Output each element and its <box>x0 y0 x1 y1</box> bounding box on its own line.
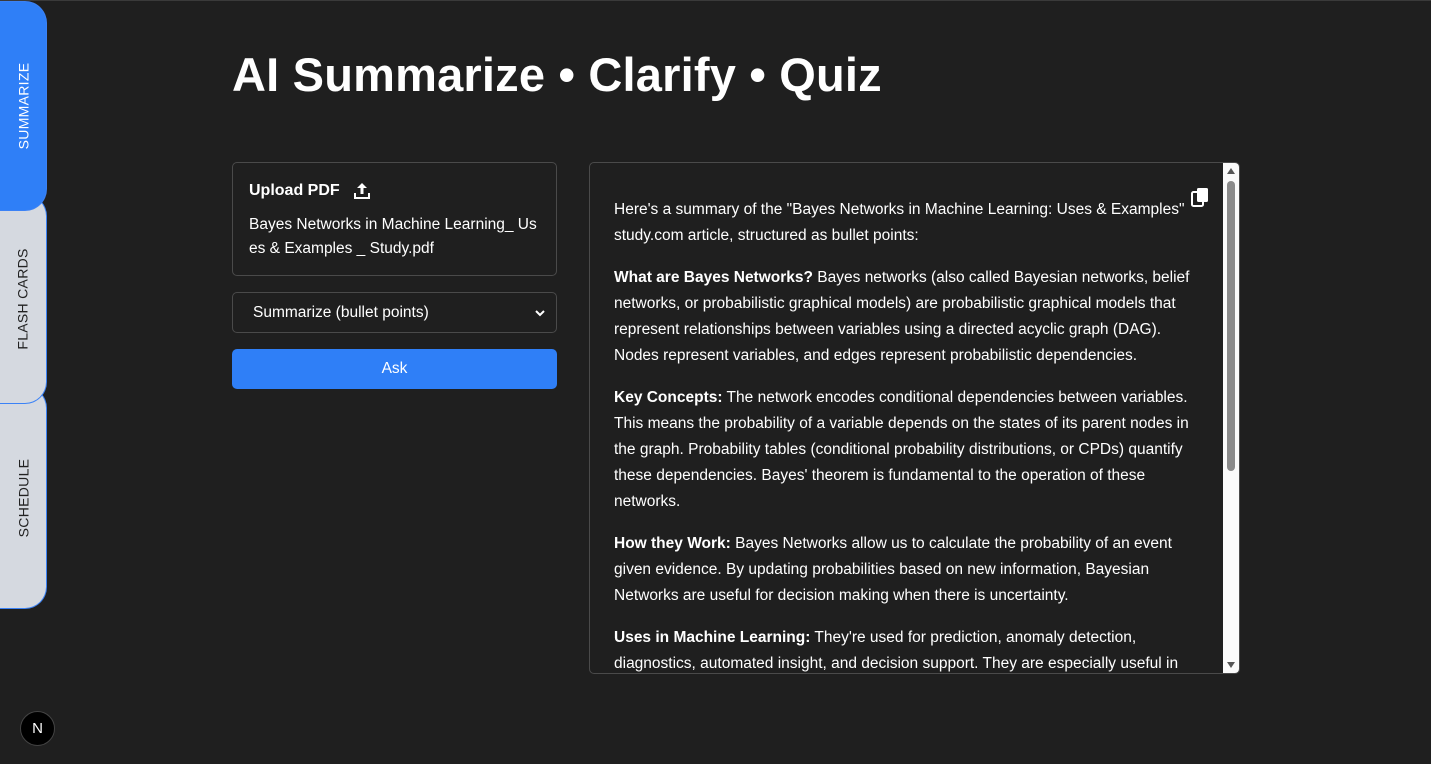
upload-icon[interactable] <box>352 181 372 201</box>
tab-flash-cards[interactable]: FLASH CARDS <box>0 194 47 404</box>
section-heading: What are Bayes Networks? <box>614 269 813 286</box>
page-title: AI Summarize • Clarify • Quiz <box>232 48 882 101</box>
summary-section: What are Bayes Networks? Bayes networks … <box>614 265 1204 369</box>
section-text: The network encodes conditional dependen… <box>614 389 1189 510</box>
upload-header: Upload PDF <box>249 181 540 201</box>
summary-section: Uses in Machine Learning: They're used f… <box>614 625 1204 673</box>
tab-schedule[interactable]: SCHEDULE <box>0 386 47 609</box>
tab-summarize[interactable]: SUMMARIZE <box>0 1 47 211</box>
tab-flash-cards-label: FLASH CARDS <box>15 248 32 350</box>
scrollbar-thumb[interactable] <box>1227 181 1235 471</box>
dev-badge[interactable]: N <box>20 711 55 746</box>
summary-section: How they Work: Bayes Networks allow us t… <box>614 531 1204 609</box>
tab-schedule-label: SCHEDULE <box>15 458 31 537</box>
summary-text: Here's a summary of the "Bayes Networks … <box>614 197 1204 673</box>
mode-select-value: Summarize (bullet points) <box>253 303 429 321</box>
ask-button[interactable]: Ask <box>232 349 557 389</box>
mode-select[interactable]: Summarize (bullet points) <box>232 292 557 333</box>
section-heading: Key Concepts: <box>614 389 723 406</box>
section-heading: Uses in Machine Learning: <box>614 629 811 646</box>
summary-output-panel[interactable]: Here's a summary of the "Bayes Networks … <box>589 162 1240 674</box>
summary-section: Key Concepts: The network encodes condit… <box>614 385 1204 515</box>
scrollbar[interactable] <box>1223 163 1239 673</box>
chevron-down-icon <box>535 309 545 316</box>
uploaded-filename: Bayes Networks in Machine Learning_ Uses… <box>249 216 537 257</box>
scroll-up-arrow-icon[interactable] <box>1226 167 1236 175</box>
summary-intro: Here's a summary of the "Bayes Networks … <box>614 201 1185 244</box>
upload-label: Upload PDF <box>249 182 340 199</box>
section-heading: How they Work: <box>614 535 731 552</box>
scroll-down-arrow-icon[interactable] <box>1226 661 1236 669</box>
upload-pdf-box[interactable]: Upload PDF Bayes Networks in Machine Lea… <box>232 162 557 276</box>
tab-summarize-label: SUMMARIZE <box>15 62 32 150</box>
dev-badge-letter: N <box>32 720 43 737</box>
